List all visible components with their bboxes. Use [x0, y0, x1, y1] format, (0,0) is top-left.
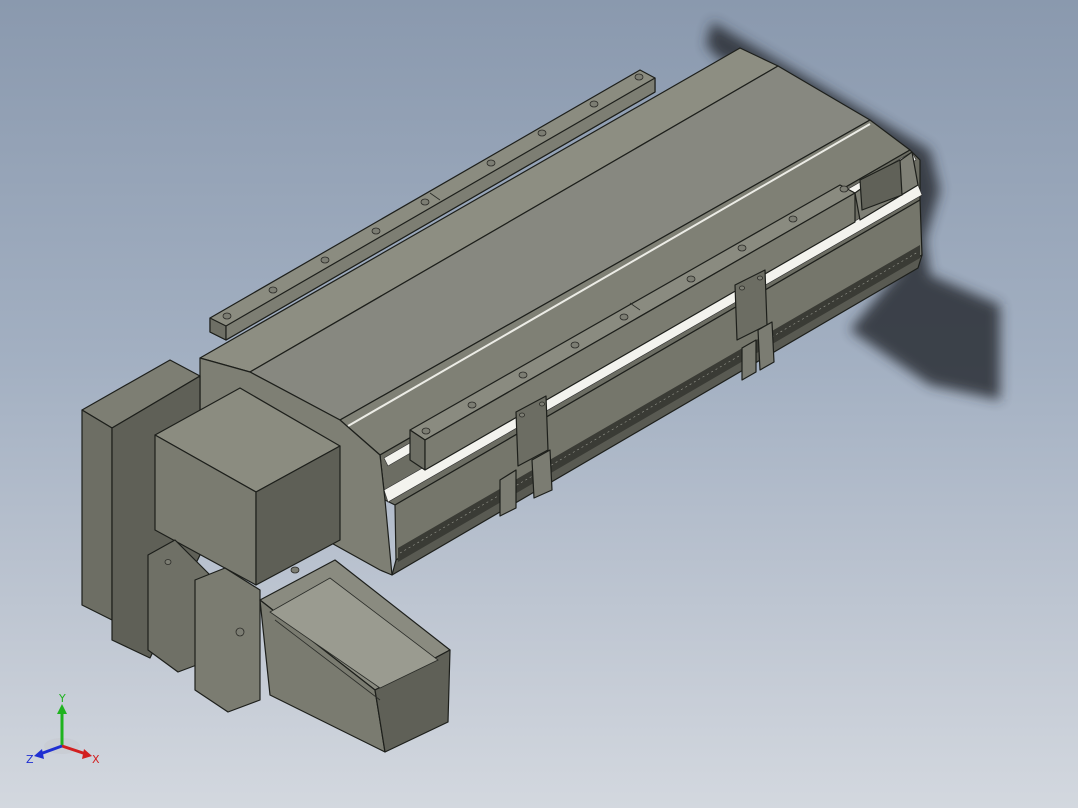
- y-axis-label: Y: [58, 692, 66, 705]
- z-axis-label: Z: [26, 753, 34, 766]
- z-axis-arrowhead: [34, 749, 44, 759]
- y-axis-arrowhead: [57, 704, 67, 714]
- graphics-viewport[interactable]: Y X Z: [0, 0, 1078, 808]
- linear-module-model[interactable]: [0, 0, 1078, 808]
- x-axis-label: X: [92, 753, 100, 766]
- stepper-motor[interactable]: [259, 559, 451, 753]
- coordinate-triad[interactable]: Y X Z: [24, 690, 114, 770]
- x-axis-arrowhead: [82, 749, 92, 759]
